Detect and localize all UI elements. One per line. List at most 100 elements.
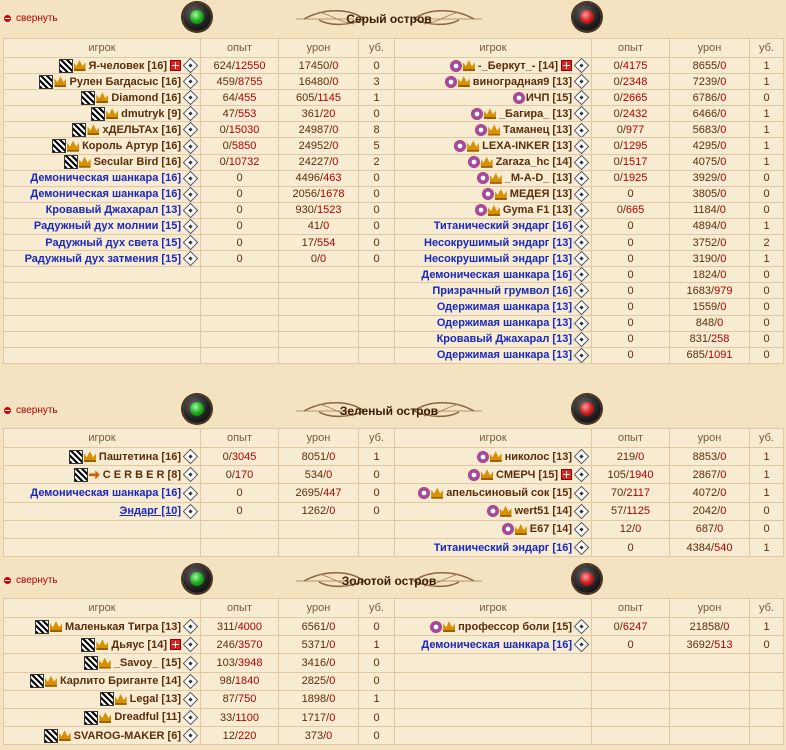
player-info-icon[interactable] (182, 637, 199, 653)
player-info-icon[interactable] (573, 332, 590, 347)
bot-name[interactable]: Демоническая шанкара [16] (30, 188, 181, 200)
bot-name[interactable]: Несокрушимый эндарг [13] (424, 237, 572, 249)
player-info-icon[interactable] (573, 485, 590, 501)
player-name[interactable]: Паштетина [16] (99, 451, 181, 463)
player-info-icon[interactable] (573, 251, 590, 266)
player-info-icon[interactable] (573, 467, 590, 483)
player-name[interactable]: Дьяус [14] (111, 639, 167, 651)
player-name[interactable]: Рулен Багдасыс [16] (69, 76, 181, 88)
player-name[interactable]: Diamond [16] (111, 92, 181, 104)
player-info-icon[interactable] (182, 74, 199, 89)
player-info-icon[interactable] (182, 235, 199, 250)
player-name[interactable]: апельсиновый сок [15] (446, 487, 572, 499)
player-info-icon[interactable] (573, 155, 590, 170)
bot-name[interactable]: Демоническая шанкара [16] (30, 487, 181, 499)
player-name[interactable]: хДЕЛЬТАх [16] (102, 124, 181, 136)
player-name[interactable]: E67 [14] (530, 523, 572, 535)
player-info-icon[interactable] (573, 74, 590, 89)
player-name[interactable]: СМЕРЧ [15] (496, 469, 558, 481)
player-info-icon[interactable] (573, 503, 590, 520)
player-name[interactable]: николос [13] (505, 451, 572, 463)
player-info-icon[interactable] (182, 155, 199, 170)
bot-name[interactable]: Призрачный грумвол [16] (432, 285, 572, 297)
player-info-icon[interactable] (573, 122, 590, 137)
player-name[interactable]: _Savoy_ [15] (114, 657, 181, 669)
player-name[interactable]: dmutryk [9] (121, 108, 181, 120)
collapse-button[interactable]: свернуть (4, 13, 58, 24)
collapse-button[interactable]: свернуть (4, 405, 58, 416)
player-info-icon[interactable] (573, 448, 590, 465)
player-info-icon[interactable] (182, 203, 199, 218)
player-name[interactable]: Маленькая Тигра [13] (65, 621, 181, 633)
player-name[interactable]: Zaraza_hc [14] (496, 156, 572, 168)
player-name[interactable]: виноградная9 [13] (473, 76, 572, 88)
player-info-icon[interactable] (182, 171, 199, 186)
bot-name[interactable]: Одержимая шанкара [13] (437, 349, 572, 361)
player-name[interactable]: Gyma F1 [13] (503, 204, 572, 216)
player-info-icon[interactable] (182, 467, 199, 483)
player-info-icon[interactable] (573, 106, 590, 121)
bot-name[interactable]: Кровавый Джахарал [13] (46, 204, 181, 216)
player-name[interactable]: Я-человек [16] (89, 60, 168, 72)
player-info-icon[interactable] (573, 219, 590, 234)
player-info-icon[interactable] (573, 58, 590, 73)
player-info-icon[interactable] (182, 122, 199, 137)
player-info-icon[interactable] (573, 267, 590, 282)
player-info-icon[interactable] (573, 316, 590, 331)
player-name[interactable]: _M-A-D_ [13] (505, 172, 572, 184)
player-info-icon[interactable] (573, 235, 590, 250)
player-name[interactable]: профессор боли [15] (458, 621, 572, 633)
bot-name[interactable]: Демоническая шанкара [16] (421, 639, 572, 651)
player-info-icon[interactable] (573, 521, 590, 538)
player-info-icon[interactable] (182, 655, 199, 671)
player-info-icon[interactable] (182, 187, 199, 202)
player-info-icon[interactable] (573, 203, 590, 218)
player-info-icon[interactable] (182, 251, 199, 266)
player-info-icon[interactable] (182, 691, 199, 708)
bot-name[interactable]: Демоническая шанкара [16] (421, 269, 572, 281)
player-name[interactable]: wert51 [14] (515, 505, 572, 517)
player-name[interactable]: _Багира_ [13] (499, 108, 572, 120)
player-name[interactable]: Secular Bird [16] (94, 156, 181, 168)
player-name[interactable]: Карлито Бриганте [14] (60, 675, 181, 687)
bot-name[interactable]: Одержимая шанкара [13] (437, 317, 572, 329)
bot-name[interactable]: Демоническая шанкара [16] (30, 172, 181, 184)
player-name[interactable]: C E R B E R [8] (103, 469, 181, 481)
player-info-icon[interactable] (573, 299, 590, 314)
player-name[interactable]: LEXA-INKER [13] (482, 140, 572, 152)
collapse-button[interactable]: свернуть (4, 575, 58, 586)
player-name[interactable]: Dreadful [11] (114, 711, 181, 723)
player-name[interactable]: Таманец [13] (503, 124, 572, 136)
bot-name[interactable]: Несокрушимый эндарг [13] (424, 253, 572, 265)
player-info-icon[interactable] (182, 58, 199, 73)
player-name[interactable]: МЕДЕЯ [13] (510, 188, 572, 200)
player-info-icon[interactable] (182, 727, 199, 744)
player-info-icon[interactable] (573, 283, 590, 298)
player-info-icon[interactable] (182, 90, 199, 105)
player-info-icon[interactable] (182, 673, 199, 689)
player-info-icon[interactable] (182, 485, 199, 501)
player-info-icon[interactable] (573, 171, 590, 186)
player-name[interactable]: Король Артур [16] (82, 140, 181, 152)
player-info-icon[interactable] (182, 106, 199, 121)
player-name[interactable]: Legal [13] (130, 693, 181, 705)
player-info-icon[interactable] (182, 709, 199, 726)
player-info-icon[interactable] (573, 539, 590, 556)
bot-name[interactable]: Радужный дух затмения [15] (25, 253, 181, 265)
player-info-icon[interactable] (573, 348, 590, 363)
player-info-icon[interactable] (573, 618, 590, 635)
bot-name[interactable]: Радужный дух молнии [15] (34, 220, 181, 232)
bot-name[interactable]: Титанический эндарг [16] (434, 542, 572, 554)
bot-name[interactable]: Кровавый Джахарал [13] (437, 333, 572, 345)
player-name[interactable]: ИЧП [15] (526, 92, 572, 104)
player-info-icon[interactable] (182, 448, 199, 465)
player-info-icon[interactable] (182, 503, 199, 520)
player-info-icon[interactable] (573, 138, 590, 154)
bot-name[interactable]: Титанический эндарг [16] (434, 220, 572, 232)
bot-name[interactable]: Радужный дух света [15] (45, 237, 181, 249)
player-name[interactable]: SVAROG-MAKER [6] (74, 730, 181, 742)
player-info-icon[interactable] (573, 637, 590, 653)
player-name[interactable]: -_Беркут_- [14] (478, 60, 558, 72)
player-info-icon[interactable] (573, 90, 590, 105)
bot-name[interactable]: Одержимая шанкара [13] (437, 301, 572, 313)
